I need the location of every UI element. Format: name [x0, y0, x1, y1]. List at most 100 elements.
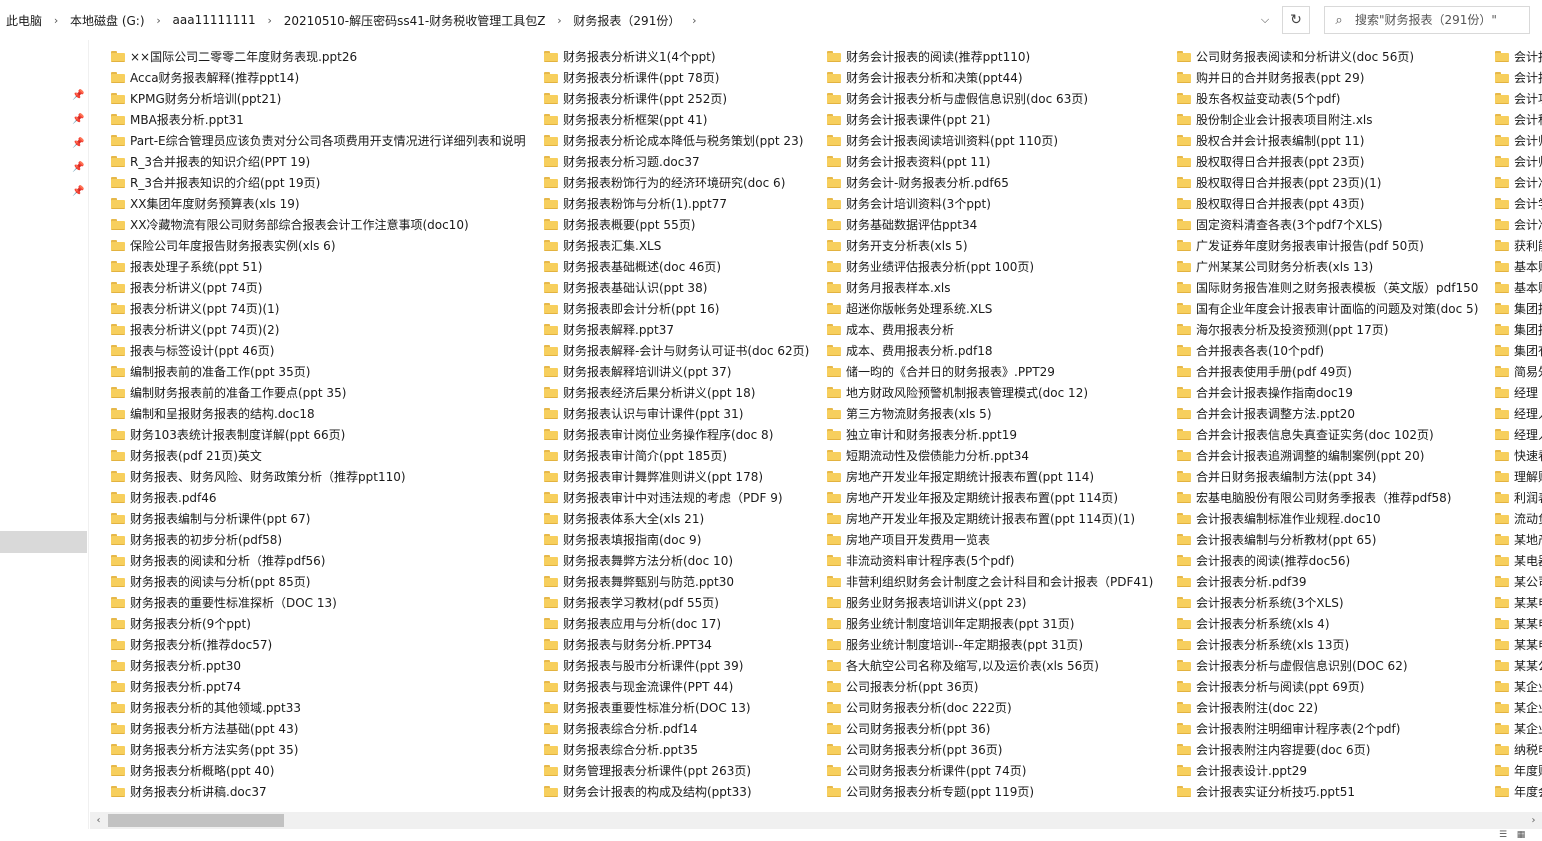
folder-item[interactable]: R_3合并报表知识的介绍(ppt 19页): [95, 172, 526, 193]
file-list[interactable]: ××国际公司二零零二年度财务表现.ppt26 Acca财务报表解释(推荐ppt14…: [95, 46, 1542, 812]
folder-item[interactable]: 财务报表应用与分析(doc 17): [528, 613, 809, 634]
folder-item[interactable]: 某某公: [1479, 655, 1542, 676]
folder-item[interactable]: 编制财务报表前的准备工作要点(ppt 35): [95, 382, 526, 403]
folder-item[interactable]: 公司财务报表阅读和分析讲义(doc 56页): [1161, 46, 1478, 67]
folder-item[interactable]: 海尔报表分析及投资预测(ppt 17页): [1161, 319, 1478, 340]
folder-item[interactable]: R_3合并报表的知识介绍(PPT 19): [95, 151, 526, 172]
folder-item[interactable]: 财务报表分析(9个ppt): [95, 613, 526, 634]
folder-item[interactable]: 财务会计培训资料(3个ppt): [811, 193, 1153, 214]
folder-item[interactable]: 会计报表分析与阅读(ppt 69页): [1161, 676, 1478, 697]
folder-item[interactable]: 财务103表统计报表制度详解(ppt 66页): [95, 424, 526, 445]
folder-item[interactable]: 会计报表分析系统(xls 4): [1161, 613, 1478, 634]
folder-item[interactable]: 某某电: [1479, 613, 1542, 634]
folder-item[interactable]: 会计师: [1479, 151, 1542, 172]
folder-item[interactable]: 基本财: [1479, 277, 1542, 298]
nav-selected-item[interactable]: [0, 531, 87, 553]
pin-icon[interactable]: 📌: [72, 186, 84, 198]
folder-item[interactable]: 集团有: [1479, 340, 1542, 361]
breadcrumb-aaa[interactable]: aaa11111111: [167, 13, 262, 27]
folder-item[interactable]: 股权取得日合并报表(ppt 23页): [1161, 151, 1478, 172]
folder-item[interactable]: 财务报表分析(推荐doc57): [95, 634, 526, 655]
folder-item[interactable]: 财务报表审计简介(ppt 185页): [528, 445, 809, 466]
folder-item[interactable]: 年度会: [1479, 781, 1542, 802]
folder-item[interactable]: 服务业统计制度培训--年定期报表(ppt 31页): [811, 634, 1153, 655]
folder-item[interactable]: 财务报表分析方法基础(ppt 43): [95, 718, 526, 739]
folder-item[interactable]: 流动负: [1479, 508, 1542, 529]
folder-item[interactable]: 财务报表认识与审计课件(ppt 31): [528, 403, 809, 424]
folder-item[interactable]: 房地产开发业年报定期统计报表布置(ppt 114): [811, 466, 1153, 487]
folder-item[interactable]: 购并日的合并财务报表(ppt 29): [1161, 67, 1478, 88]
chevron-right-icon[interactable]: ›: [686, 14, 702, 27]
folder-item[interactable]: 广州某某公司财务分析表(xls 13): [1161, 256, 1478, 277]
breadcrumb-toolkit[interactable]: 20210510-解压密码ss41-财务税收管理工具包Z: [278, 12, 552, 29]
folder-item[interactable]: 财务报表与股市分析课件(ppt 39): [528, 655, 809, 676]
folder-item[interactable]: 财务报表分析的其他领域.ppt33: [95, 697, 526, 718]
folder-item[interactable]: 会计报表分析系统(xls 13页): [1161, 634, 1478, 655]
folder-item[interactable]: 财务报表体系大全(xls 21): [528, 508, 809, 529]
folder-item[interactable]: 财务报表基础认识(ppt 38): [528, 277, 809, 298]
chevron-right-icon[interactable]: ›: [48, 14, 64, 27]
folder-item[interactable]: 财务报表基础概述(doc 46页): [528, 256, 809, 277]
folder-item[interactable]: 纳税申: [1479, 739, 1542, 760]
folder-item[interactable]: 宏基电脑股份有限公司财务季报表（推荐pdf58): [1161, 487, 1478, 508]
folder-item[interactable]: 财务报表分析.ppt74: [95, 676, 526, 697]
folder-item[interactable]: 财务报表审计中对违法规的考虑（PDF 9): [528, 487, 809, 508]
folder-item[interactable]: 合并会计报表调整方法.ppt20: [1161, 403, 1478, 424]
folder-item[interactable]: 财务报表分析课件(ppt 252页): [528, 88, 809, 109]
folder-item[interactable]: 财务报表编制与分析课件(ppt 67): [95, 508, 526, 529]
folder-item[interactable]: 财务报表填报指南(doc 9): [528, 529, 809, 550]
folder-item[interactable]: 股权取得日合并报表(ppt 23页)(1): [1161, 172, 1478, 193]
folder-item[interactable]: 财务报表概要(ppt 55页): [528, 214, 809, 235]
folder-item[interactable]: 财务报表分析习题.doc37: [528, 151, 809, 172]
folder-item[interactable]: 会计报表实证分析技巧.ppt51: [1161, 781, 1478, 802]
folder-item[interactable]: 服务业统计制度培训年定期报表(ppt 31页): [811, 613, 1153, 634]
folder-item[interactable]: 会计功: [1479, 88, 1542, 109]
folder-item[interactable]: 报表处理子系统(ppt 51): [95, 256, 526, 277]
folder-item[interactable]: 财务报表的重要性标准探析（DOC 13): [95, 592, 526, 613]
pin-icon[interactable]: 📌: [72, 114, 84, 126]
folder-item[interactable]: 财务报表分析课件(ppt 78页): [528, 67, 809, 88]
search-box[interactable]: ⌕: [1324, 6, 1530, 34]
folder-item[interactable]: 编制和呈报财务报表的结构.doc18: [95, 403, 526, 424]
folder-item[interactable]: 非流动资料审计程序表(5个pdf): [811, 550, 1153, 571]
folder-item[interactable]: 短期流动性及偿债能力分析.ppt34: [811, 445, 1153, 466]
folder-item[interactable]: 股权取得日合并报表(ppt 43页): [1161, 193, 1478, 214]
folder-item[interactable]: 各大航空公司名称及缩写,以及运价表(xls 56页): [811, 655, 1153, 676]
folder-item[interactable]: 快速看: [1479, 445, 1542, 466]
folder-item[interactable]: 财务报表分析概略(ppt 40): [95, 760, 526, 781]
folder-item[interactable]: 财务报表与财务分析.PPT34: [528, 634, 809, 655]
folder-item[interactable]: 会计准: [1479, 172, 1542, 193]
folder-item[interactable]: 地方财政风险预警机制报表管理模式(doc 12): [811, 382, 1153, 403]
horizontal-scrollbar[interactable]: ‹ ›: [90, 812, 1542, 829]
folder-item[interactable]: 保险公司年度报告财务报表实例(xls 6): [95, 235, 526, 256]
folder-item[interactable]: 某某电: [1479, 592, 1542, 613]
breadcrumb[interactable]: 此电脑 › 本地磁盘 (G:) › aaa11111111 › 20210510…: [0, 6, 1281, 34]
folder-item[interactable]: 国有企业年度会计报表审计面临的问题及对策(doc 5): [1161, 298, 1478, 319]
folder-item[interactable]: 非营利组织财务会计制度之会计科目和会计报表（PDF41): [811, 571, 1153, 592]
folder-item[interactable]: 财务会计报表分析和决策(ppt44): [811, 67, 1153, 88]
folder-item[interactable]: 财务报表与现金流课件(PPT 44): [528, 676, 809, 697]
folder-item[interactable]: 储一昀的《合并日的财务报表》.PPT29: [811, 361, 1153, 382]
folder-item[interactable]: 财务报表舞弊方法分析(doc 10): [528, 550, 809, 571]
folder-item[interactable]: 某某电: [1479, 634, 1542, 655]
folder-item[interactable]: 会计报表编制标准作业规程.doc10: [1161, 508, 1478, 529]
folder-item[interactable]: 房地产项目开发费用一览表: [811, 529, 1153, 550]
folder-item[interactable]: 财务会计报表的阅读(推荐ppt110): [811, 46, 1153, 67]
scroll-left-icon[interactable]: ‹: [90, 812, 107, 829]
folder-item[interactable]: 独立审计和财务报表分析.ppt19: [811, 424, 1153, 445]
folder-item[interactable]: 会计科: [1479, 109, 1542, 130]
pin-icon[interactable]: 📌: [72, 90, 84, 102]
folder-item[interactable]: 经理: [1479, 382, 1542, 403]
folder-item[interactable]: 会计报表编制与分析教材(ppt 65): [1161, 529, 1478, 550]
folder-item[interactable]: 财务报表解释-会计与财务认可证书(doc 62页): [528, 340, 809, 361]
folder-item[interactable]: 成本、费用报表分析.pdf18: [811, 340, 1153, 361]
folder-item[interactable]: 会计报表设计.ppt29: [1161, 760, 1478, 781]
folder-item[interactable]: 某企业: [1479, 718, 1542, 739]
folder-item[interactable]: Acca财务报表解释(推荐ppt14): [95, 67, 526, 88]
folder-item[interactable]: 会计报: [1479, 46, 1542, 67]
folder-item[interactable]: 简易外: [1479, 361, 1542, 382]
folder-item[interactable]: 某企业: [1479, 697, 1542, 718]
folder-item[interactable]: 公司财务报表分析(ppt 36页): [811, 739, 1153, 760]
chevron-right-icon[interactable]: ›: [151, 14, 167, 27]
folder-item[interactable]: 获利能: [1479, 235, 1542, 256]
